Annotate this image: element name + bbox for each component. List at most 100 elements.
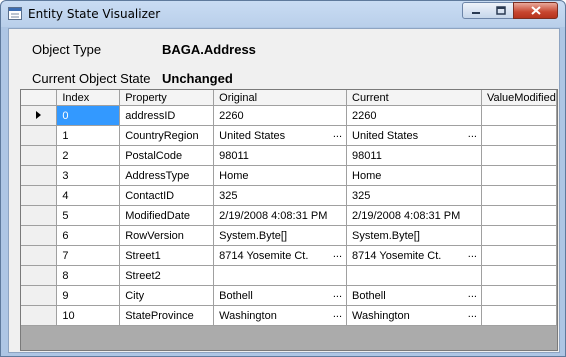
column-header-valuemodified[interactable]: ValueModified bbox=[481, 90, 557, 106]
cell-index[interactable]: 3 bbox=[56, 165, 121, 186]
table-row[interactable]: 7 Street1 8714 Yosemite Ct.... 8714 Yosemit… bbox=[21, 245, 557, 266]
row-header[interactable] bbox=[21, 165, 58, 186]
cell-property[interactable]: Street1 bbox=[119, 245, 215, 266]
row-header[interactable] bbox=[21, 205, 58, 226]
cell-original[interactable]: 98011 bbox=[213, 145, 348, 166]
cell-index[interactable]: 10 bbox=[56, 305, 121, 326]
table-row[interactable]: 9 City Bothell... Bothell... bbox=[21, 285, 557, 306]
row-header[interactable] bbox=[21, 225, 58, 246]
table-row[interactable]: 0 addressID 2260 2260 bbox=[21, 105, 557, 126]
close-button[interactable] bbox=[513, 2, 558, 19]
row-header[interactable] bbox=[21, 305, 58, 326]
cell-valuemodified[interactable] bbox=[481, 225, 557, 246]
cell-property[interactable]: StateProvince bbox=[119, 305, 215, 326]
cell-original[interactable]: System.Byte[] bbox=[213, 225, 348, 246]
table-row[interactable]: 4 ContactID 325 325 bbox=[21, 185, 557, 206]
table-row[interactable]: 8 Street2 bbox=[21, 265, 557, 286]
cell-index-text: 7 bbox=[62, 249, 69, 262]
cell-property[interactable]: PostalCode bbox=[119, 145, 215, 166]
cell-current[interactable]: United States... bbox=[346, 125, 482, 146]
cell-property[interactable]: RowVersion bbox=[119, 225, 215, 246]
cell-original[interactable]: 2260 bbox=[213, 105, 348, 126]
ellipsis-button[interactable]: ... bbox=[468, 308, 477, 320]
ellipsis-button[interactable]: ... bbox=[333, 308, 342, 320]
cell-index[interactable]: 8 bbox=[56, 265, 121, 286]
cell-index[interactable]: 5 bbox=[56, 205, 121, 226]
application-icon bbox=[8, 7, 22, 20]
cell-valuemodified[interactable] bbox=[481, 185, 557, 206]
column-header-index[interactable]: Index bbox=[56, 90, 121, 106]
cell-original[interactable]: Bothell... bbox=[213, 285, 348, 306]
cell-index[interactable]: 9 bbox=[56, 285, 121, 306]
ellipsis-button[interactable]: ... bbox=[468, 128, 477, 140]
cell-property[interactable]: CountryRegion bbox=[119, 125, 215, 146]
cell-current[interactable]: Bothell... bbox=[346, 285, 482, 306]
cell-valuemodified[interactable] bbox=[481, 305, 557, 326]
ellipsis-button[interactable]: ... bbox=[333, 248, 342, 260]
ellipsis-button[interactable]: ... bbox=[333, 288, 342, 300]
column-header-property[interactable]: Property bbox=[119, 90, 215, 106]
cell-current[interactable] bbox=[346, 265, 482, 286]
cell-index[interactable]: 7 bbox=[56, 245, 121, 266]
row-header[interactable] bbox=[21, 145, 58, 166]
cell-valuemodified[interactable] bbox=[481, 165, 557, 186]
cell-valuemodified[interactable] bbox=[481, 105, 557, 126]
cell-property[interactable]: Street2 bbox=[119, 265, 215, 286]
table-row[interactable]: 5 ModifiedDate 2/19/2008 4:08:31 PM 2/19/20… bbox=[21, 205, 557, 226]
cell-original[interactable]: 8714 Yosemite Ct.... bbox=[213, 245, 348, 266]
cell-original[interactable] bbox=[213, 265, 348, 286]
properties-grid[interactable]: Index Property Original Current ValueMod… bbox=[20, 89, 558, 351]
cell-original[interactable]: 325 bbox=[213, 185, 348, 206]
cell-current[interactable]: 98011 bbox=[346, 145, 482, 166]
minimize-button[interactable] bbox=[462, 2, 489, 19]
column-header-current[interactable]: Current bbox=[346, 90, 482, 106]
cell-current[interactable]: 2/19/2008 4:08:31 PM bbox=[346, 205, 482, 226]
cell-valuemodified[interactable] bbox=[481, 285, 557, 306]
cell-property[interactable]: ContactID bbox=[119, 185, 215, 206]
cell-current[interactable]: System.Byte[] bbox=[346, 225, 482, 246]
cell-current[interactable]: Washington... bbox=[346, 305, 482, 326]
cell-property[interactable]: addressID bbox=[119, 105, 215, 126]
cell-index[interactable]: 6 bbox=[56, 225, 121, 246]
cell-property[interactable]: AddressType bbox=[119, 165, 215, 186]
cell-original[interactable]: Home bbox=[213, 165, 348, 186]
cell-index[interactable]: 4 bbox=[56, 185, 121, 206]
cell-original-text: 325 bbox=[219, 189, 238, 202]
row-header[interactable] bbox=[21, 125, 58, 146]
row-header[interactable] bbox=[21, 185, 58, 206]
cell-original[interactable]: Washington... bbox=[213, 305, 348, 326]
cell-property[interactable]: City bbox=[119, 285, 215, 306]
cell-valuemodified[interactable] bbox=[481, 145, 557, 166]
cell-valuemodified[interactable] bbox=[481, 265, 557, 286]
title-bar[interactable]: Entity State Visualizer bbox=[1, 1, 565, 27]
ellipsis-button[interactable]: ... bbox=[468, 288, 477, 300]
column-header-original[interactable]: Original bbox=[213, 90, 348, 106]
cell-index[interactable]: 0 bbox=[56, 105, 121, 126]
table-row[interactable]: 3 AddressType Home Home bbox=[21, 165, 557, 186]
cell-valuemodified[interactable] bbox=[481, 125, 557, 146]
row-header[interactable] bbox=[21, 105, 58, 126]
table-row[interactable]: 2 PostalCode 98011 98011 bbox=[21, 145, 557, 166]
cell-original[interactable]: 2/19/2008 4:08:31 PM bbox=[213, 205, 348, 226]
maximize-icon bbox=[495, 6, 506, 15]
table-row[interactable]: 1 CountryRegion United States... United Sta… bbox=[21, 125, 557, 146]
table-row[interactable]: 6 RowVersion System.Byte[] System.Byte[] bbox=[21, 225, 557, 246]
cell-current[interactable]: 8714 Yosemite Ct.... bbox=[346, 245, 482, 266]
cell-index[interactable]: 1 bbox=[56, 125, 121, 146]
cell-valuemodified[interactable] bbox=[481, 245, 557, 266]
ellipsis-button[interactable]: ... bbox=[333, 128, 342, 140]
cell-property[interactable]: ModifiedDate bbox=[119, 205, 215, 226]
cell-current[interactable]: Home bbox=[346, 165, 482, 186]
cell-original[interactable]: United States... bbox=[213, 125, 348, 146]
ellipsis-button[interactable]: ... bbox=[468, 248, 477, 260]
cell-current[interactable]: 325 bbox=[346, 185, 482, 206]
table-row[interactable]: 10 StateProvince Washington... Washington..… bbox=[21, 305, 557, 326]
row-header[interactable] bbox=[21, 245, 58, 266]
maximize-button[interactable] bbox=[488, 2, 514, 19]
row-header[interactable] bbox=[21, 265, 58, 286]
cell-valuemodified[interactable] bbox=[481, 205, 557, 226]
cell-index[interactable]: 2 bbox=[56, 145, 121, 166]
cell-current[interactable]: 2260 bbox=[346, 105, 482, 126]
cell-original-text: Washington bbox=[219, 309, 277, 322]
row-header[interactable] bbox=[21, 285, 58, 306]
